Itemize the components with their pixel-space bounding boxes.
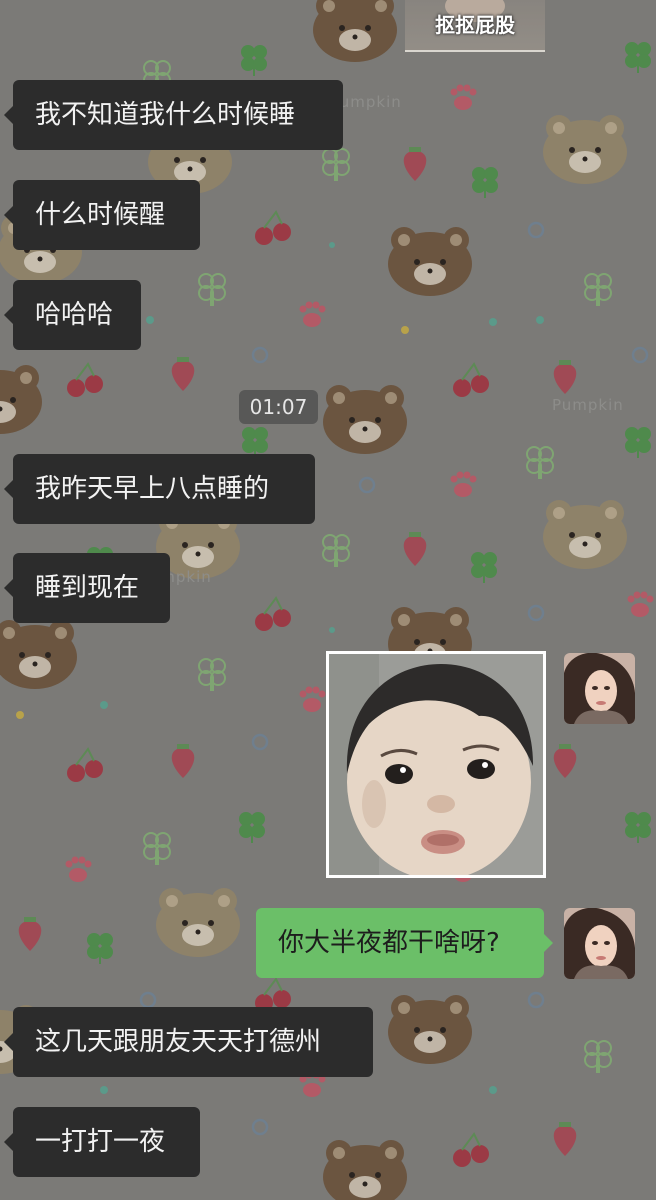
incoming-message-bubble[interactable]: 哈哈哈 <box>4 280 141 350</box>
message-text: 什么时候醒 <box>35 200 166 230</box>
outgoing-sticker-message[interactable] <box>326 651 546 880</box>
incoming-message-bubble[interactable]: 什么时候醒 <box>4 180 200 250</box>
my-avatar[interactable] <box>564 908 635 979</box>
incoming-message-bubble[interactable]: 我不知道我什么时候睡 <box>4 80 343 150</box>
my-avatar[interactable] <box>564 653 635 724</box>
avatar-portrait-icon <box>564 653 635 724</box>
baby-pout-sticker-icon <box>329 654 543 880</box>
sticker-message[interactable]: 抠抠屁股 <box>405 0 545 52</box>
incoming-message-bubble[interactable]: 一打打一夜 <box>4 1107 200 1177</box>
message-text: 一打打一夜 <box>35 1127 166 1157</box>
message-text: 睡到现在 <box>35 573 140 603</box>
message-text: 你大半夜都干啥呀? <box>278 928 500 958</box>
message-text: 我昨天早上八点睡的 <box>35 474 270 504</box>
incoming-message-bubble[interactable]: 这几天跟朋友天天打德州 <box>4 1007 373 1077</box>
outgoing-message-bubble[interactable]: 你大半夜都干啥呀? <box>256 908 553 978</box>
timestamp-divider: 01:07 <box>239 390 318 424</box>
incoming-message-bubble[interactable]: 睡到现在 <box>4 553 170 623</box>
avatar-portrait-icon <box>564 908 635 979</box>
message-text: 我不知道我什么时候睡 <box>35 100 296 130</box>
incoming-message-bubble[interactable]: 我昨天早上八点睡的 <box>4 454 315 524</box>
message-text: 这几天跟朋友天天打德州 <box>35 1027 322 1057</box>
sticker-caption: 抠抠屁股 <box>435 13 515 37</box>
chat-message-list: 抠抠屁股 我不知道我什么时候睡 什么时候醒 哈哈哈 01:07 我昨天早上八点睡… <box>0 0 656 1200</box>
message-text: 哈哈哈 <box>35 300 114 330</box>
